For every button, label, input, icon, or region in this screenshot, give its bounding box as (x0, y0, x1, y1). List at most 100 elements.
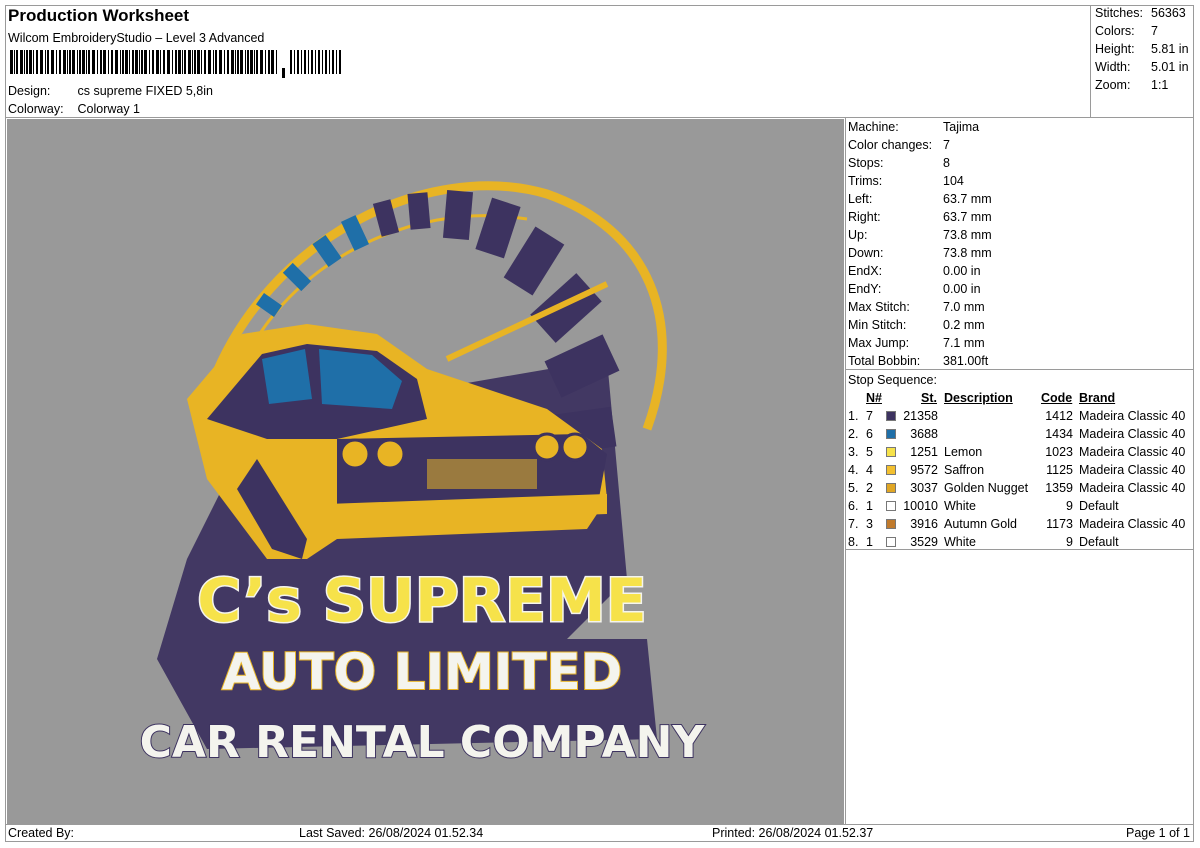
color-swatch (886, 537, 896, 547)
info-right: Right: 63.7 mm (848, 210, 992, 224)
row-code: 1023 (1045, 445, 1073, 459)
barcode (10, 50, 341, 78)
row-needle: 1 (866, 535, 873, 549)
footer-printed: Printed: 26/08/2024 01.52.37 (712, 826, 874, 840)
row-needle: 5 (866, 445, 873, 459)
info-left: Left: 63.7 mm (848, 192, 992, 206)
row-needle: 7 (866, 409, 873, 423)
info-trims: Trims: 104 (848, 174, 964, 188)
row-brand: Madeira Classic 40 (1079, 427, 1186, 441)
info-max-stitch: Max Stitch: 7.0 mm (848, 300, 985, 314)
row-brand: Default (1079, 535, 1119, 549)
stat-colors: Colors: 7 (1095, 24, 1158, 38)
row-index: 5. (848, 481, 859, 495)
row-description: Saffron (944, 463, 985, 477)
stat-height: Height: 5.81 in (1095, 42, 1189, 56)
design-text-line1: C’s SUPREME (197, 566, 646, 636)
color-swatch (886, 465, 896, 475)
summary-stats: Stitches: 56363 Colors: 7 Height: 5.81 in W… (1090, 5, 1195, 118)
row-brand: Madeira Classic 40 (1079, 517, 1186, 531)
color-swatch (886, 483, 896, 493)
row-description: Lemon (944, 445, 983, 459)
row-index: 1. (848, 409, 859, 423)
sequence-divider (845, 549, 1194, 550)
row-needle: 6 (866, 427, 873, 441)
header-divider (5, 117, 1194, 118)
row-needle: 4 (866, 463, 873, 477)
design-value: cs supreme FIXED 5,8in (77, 84, 213, 98)
stat-stitches: Stitches: 56363 (1095, 6, 1186, 20)
row-stitches: 3037 (910, 481, 938, 495)
row-index: 3. (848, 445, 859, 459)
info-endx: EndX: 0.00 in (848, 264, 981, 278)
design-row: Design: cs supreme FIXED 5,8in (8, 84, 213, 98)
software-name: Wilcom EmbroideryStudio – Level 3 Advanc… (8, 31, 265, 45)
worksheet-title: Production Worksheet (8, 6, 190, 25)
row-description: Autumn Gold (944, 517, 1017, 531)
stat-width: Width: 5.01 in (1095, 60, 1189, 74)
row-code: 1412 (1045, 409, 1073, 423)
design-label: Design: (8, 84, 51, 98)
row-index: 6. (848, 499, 859, 513)
footer-last-saved: Last Saved: 26/08/2024 01.52.34 (299, 826, 484, 840)
color-swatch (886, 519, 896, 529)
footer-divider (5, 824, 1194, 825)
row-index: 7. (848, 517, 859, 531)
row-stitches: 9572 (910, 463, 938, 477)
col-code: Code (1041, 391, 1073, 405)
design-preview: C’s SUPREME AUTO LIMITED CAR RENTAL COMP… (7, 119, 844, 824)
row-description: White (944, 535, 976, 549)
color-swatch (886, 411, 896, 421)
row-code: 1125 (1046, 463, 1073, 477)
col-description: Description (944, 391, 1013, 405)
info-endy: EndY: 0.00 in (848, 282, 981, 296)
design-text-line2: AUTO LIMITED (222, 643, 622, 701)
row-stitches: 21358 (903, 409, 938, 423)
embroidery-design: C’s SUPREME AUTO LIMITED CAR RENTAL COMP… (139, 181, 707, 770)
colorway-label: Colorway: (8, 102, 64, 116)
colorway-value: Colorway 1 (77, 102, 141, 116)
info-down: Down: 73.8 mm (848, 246, 992, 260)
color-swatch (886, 447, 896, 457)
col-brand: Brand (1079, 391, 1116, 405)
row-code: 1359 (1045, 481, 1073, 495)
row-needle: 3 (866, 517, 873, 531)
row-stitches: 3916 (910, 517, 938, 531)
footer-created-by: Created By: (8, 826, 75, 840)
footer-page: Page 1 of 1 (1126, 826, 1190, 840)
car-illustration (187, 324, 607, 559)
row-index: 4. (848, 463, 859, 477)
row-brand: Madeira Classic 40 (1079, 445, 1186, 459)
info-max-jump: Max Jump: 7.1 mm (848, 336, 985, 350)
info-machine: Machine: Tajima (848, 120, 980, 134)
row-brand: Madeira Classic 40 (1079, 409, 1186, 423)
row-code: 9 (1066, 499, 1073, 513)
info-color-changes: Color changes: 7 (848, 138, 950, 152)
row-needle: 2 (866, 481, 873, 495)
row-code: 9 (1066, 535, 1073, 549)
col-st: St. (921, 391, 937, 405)
info-stops: Stops: 8 (848, 156, 950, 170)
row-code: 1434 (1045, 427, 1073, 441)
row-brand: Madeira Classic 40 (1079, 463, 1186, 477)
info-min-stitch: Min Stitch: 0.2 mm (848, 318, 985, 332)
row-needle: 1 (866, 499, 873, 513)
row-description: Golden Nugget (944, 481, 1029, 495)
col-n: N# (866, 391, 882, 405)
info-total-bobbin: Total Bobbin: 381.00ft (848, 354, 989, 368)
color-swatch (886, 501, 896, 511)
row-code: 1173 (1046, 517, 1073, 531)
design-text-line3: CAR RENTAL COMPANY (140, 717, 706, 768)
row-stitches: 3529 (910, 535, 938, 549)
row-index: 8. (848, 535, 859, 549)
row-brand: Madeira Classic 40 (1079, 481, 1186, 495)
row-brand: Default (1079, 499, 1119, 513)
row-stitches: 3688 (910, 427, 938, 441)
row-index: 2. (848, 427, 859, 441)
design-lettering: C’s SUPREME AUTO LIMITED CAR RENTAL COMP… (139, 565, 707, 770)
color-swatch (886, 429, 896, 439)
colorway-row: Colorway: Colorway 1 (8, 102, 140, 116)
stop-sequence-title: Stop Sequence: (848, 373, 937, 387)
info-divider (845, 369, 1194, 370)
row-stitches: 10010 (903, 499, 938, 513)
